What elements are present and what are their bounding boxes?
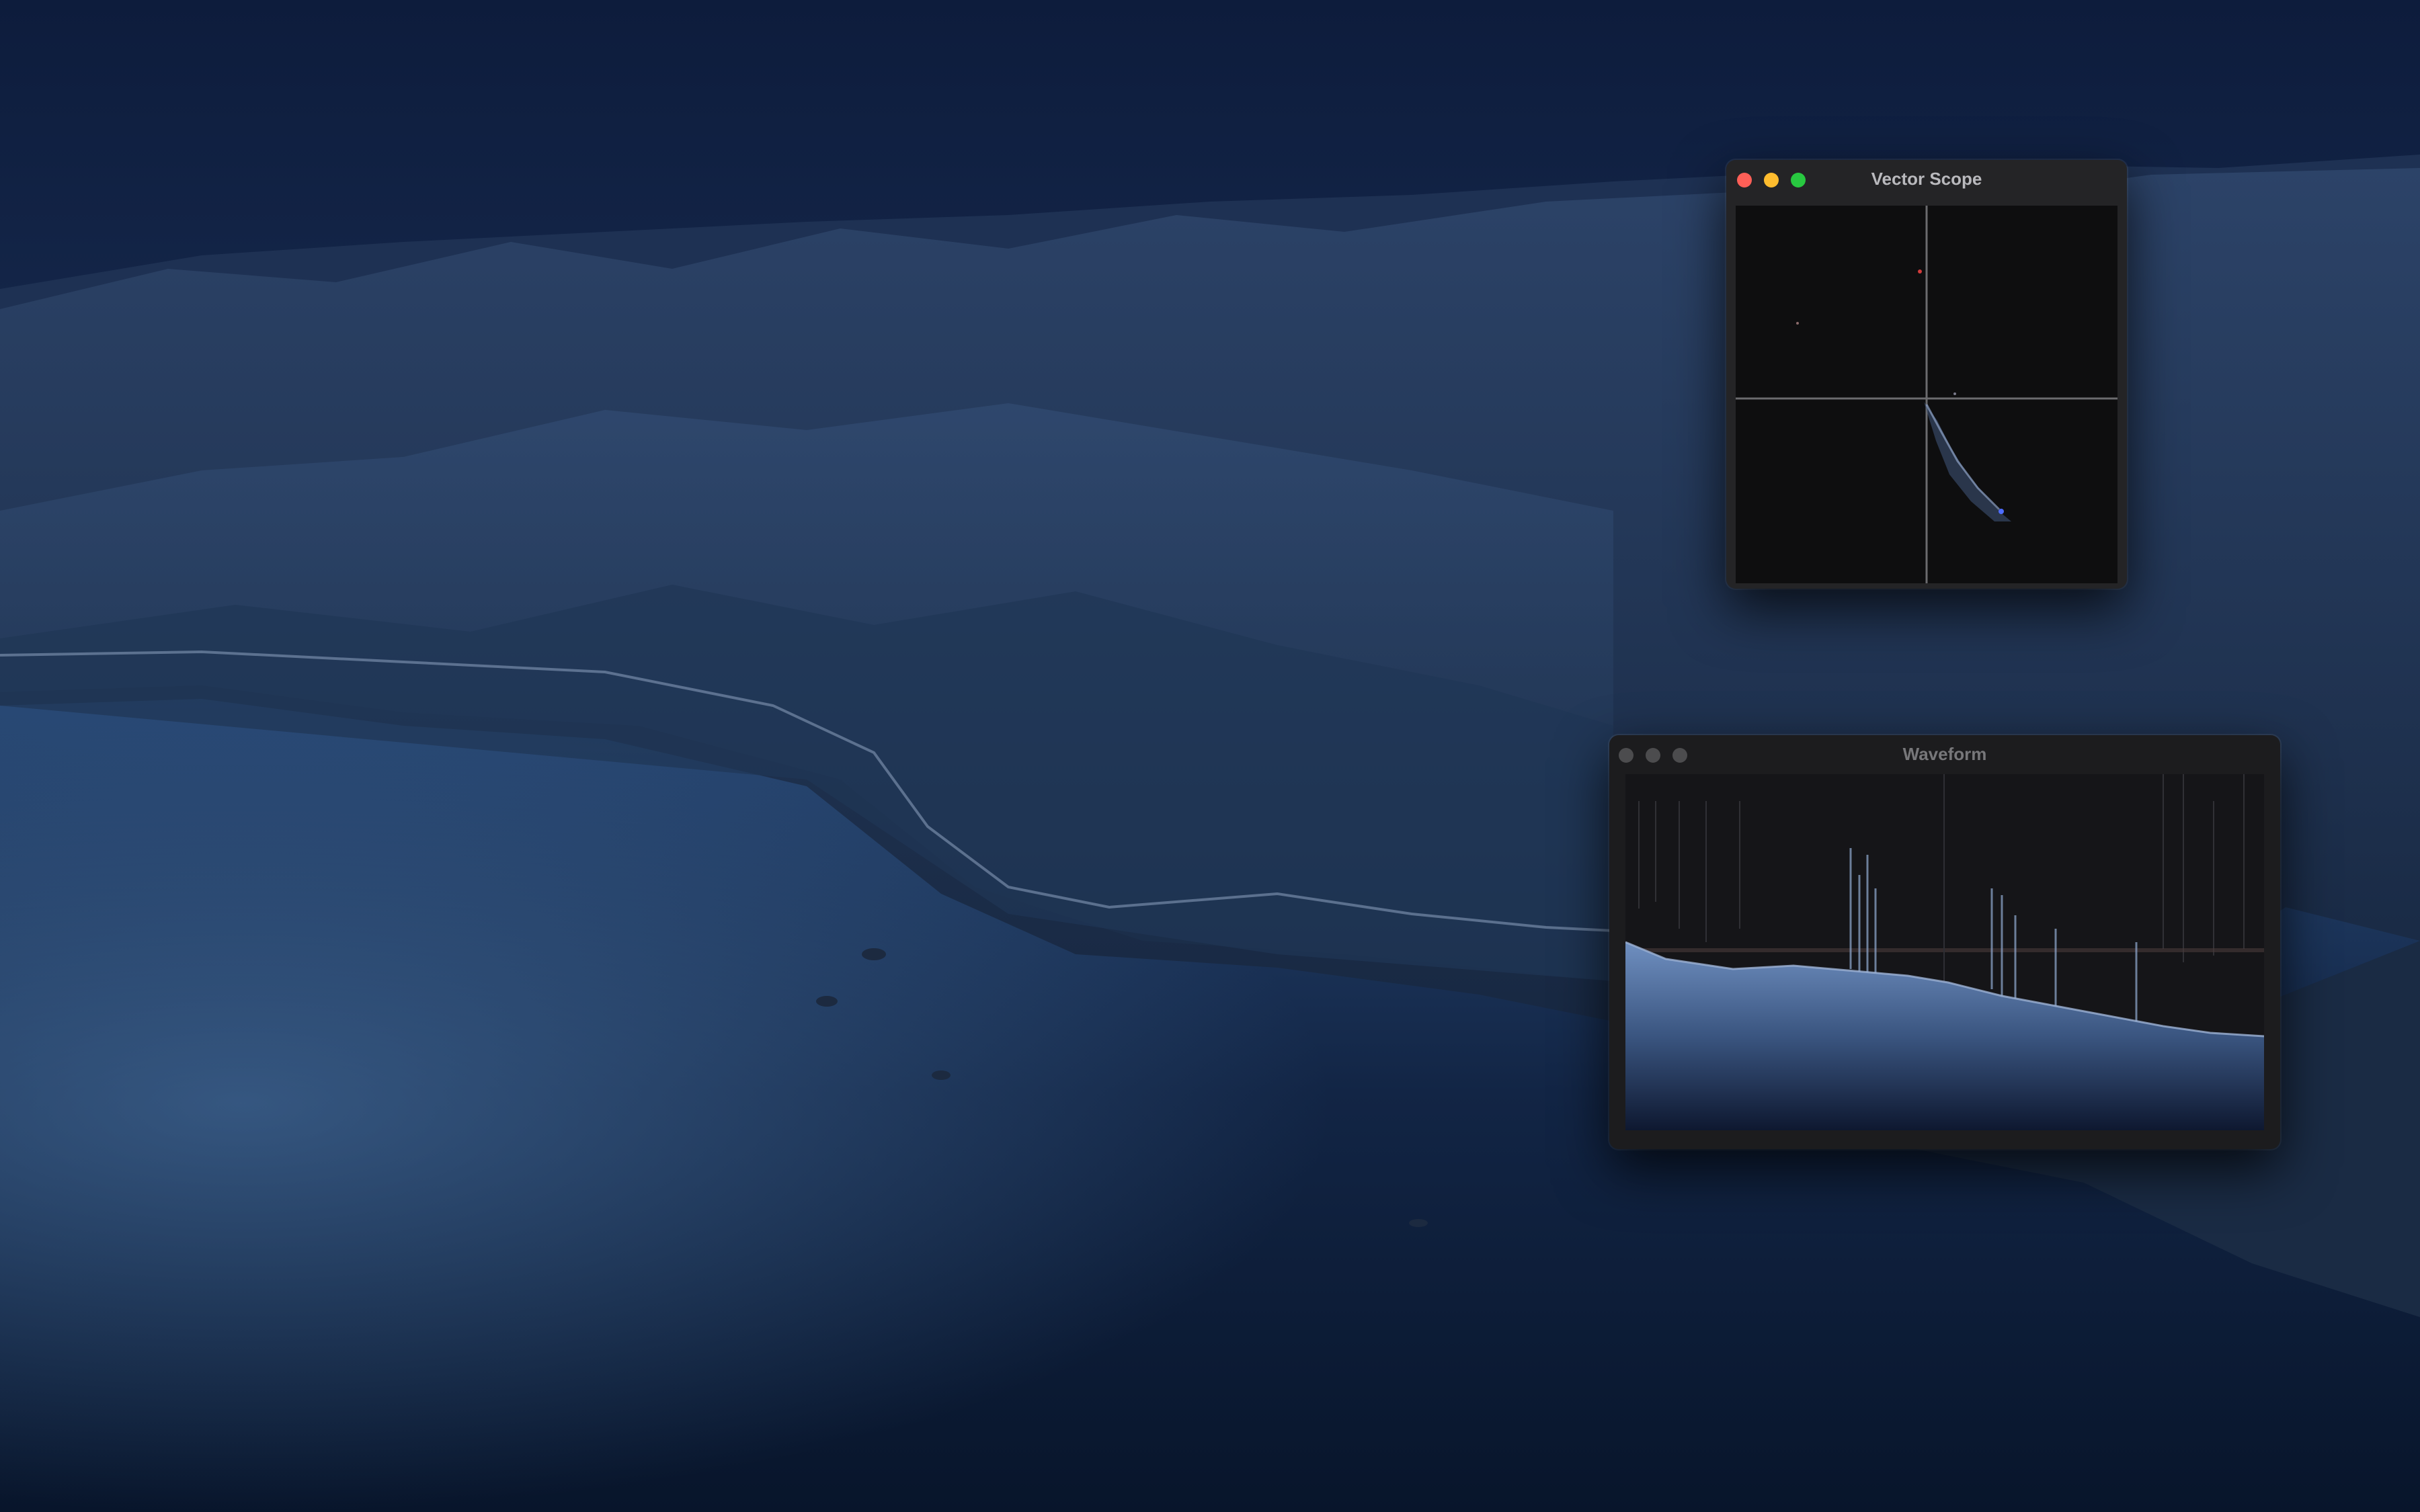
waveform-window[interactable]: Waveform: [1609, 735, 2280, 1149]
waveform-streaks: [1638, 774, 2245, 962]
waveform-titlebar[interactable]: Waveform: [1609, 735, 2280, 773]
vector-scope-display: [1736, 206, 2118, 583]
trace-point: [1999, 509, 2004, 514]
waveform-display: [1625, 774, 2265, 1130]
chroma-trace: [1924, 402, 2011, 521]
window-title: Waveform: [1902, 744, 1987, 764]
speck: [1953, 392, 1956, 395]
vector-scope-titlebar[interactable]: Vector Scope: [1726, 160, 2127, 198]
vectorscope-plot: [1736, 206, 2118, 583]
waveform-plot: [1625, 774, 2265, 1130]
vector-scope-window[interactable]: Vector Scope: [1726, 160, 2127, 589]
red-dot: [1918, 269, 1922, 274]
speck: [1796, 322, 1799, 325]
window-title: Vector Scope: [1871, 169, 1982, 189]
